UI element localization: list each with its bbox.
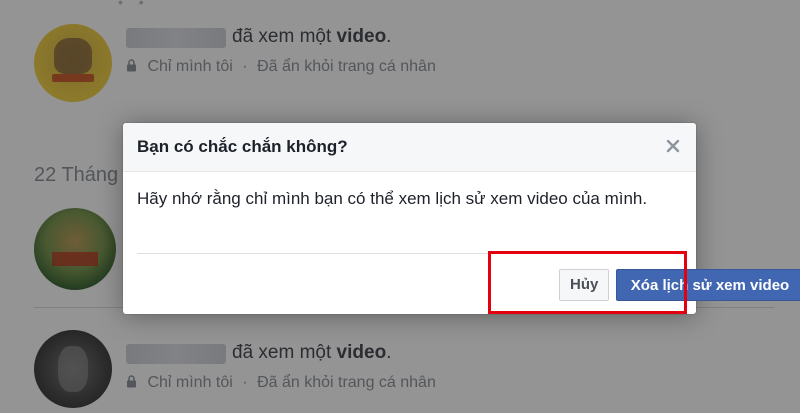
dialog-title: Bạn có chắc chắn không?	[137, 137, 348, 156]
clear-video-history-button[interactable]: Xóa lịch sử xem video	[616, 269, 800, 301]
dialog-header: Bạn có chắc chắn không?	[123, 123, 696, 172]
close-icon[interactable]	[664, 137, 682, 155]
dialog-message: Hãy nhớ rằng chỉ mình bạn có thể xem lịc…	[137, 189, 648, 208]
confirm-dialog: Bạn có chắc chắn không? Hãy nhớ rằng chỉ…	[123, 123, 800, 314]
cancel-button[interactable]: Hủy	[559, 269, 610, 301]
dialog-divider	[137, 253, 682, 254]
